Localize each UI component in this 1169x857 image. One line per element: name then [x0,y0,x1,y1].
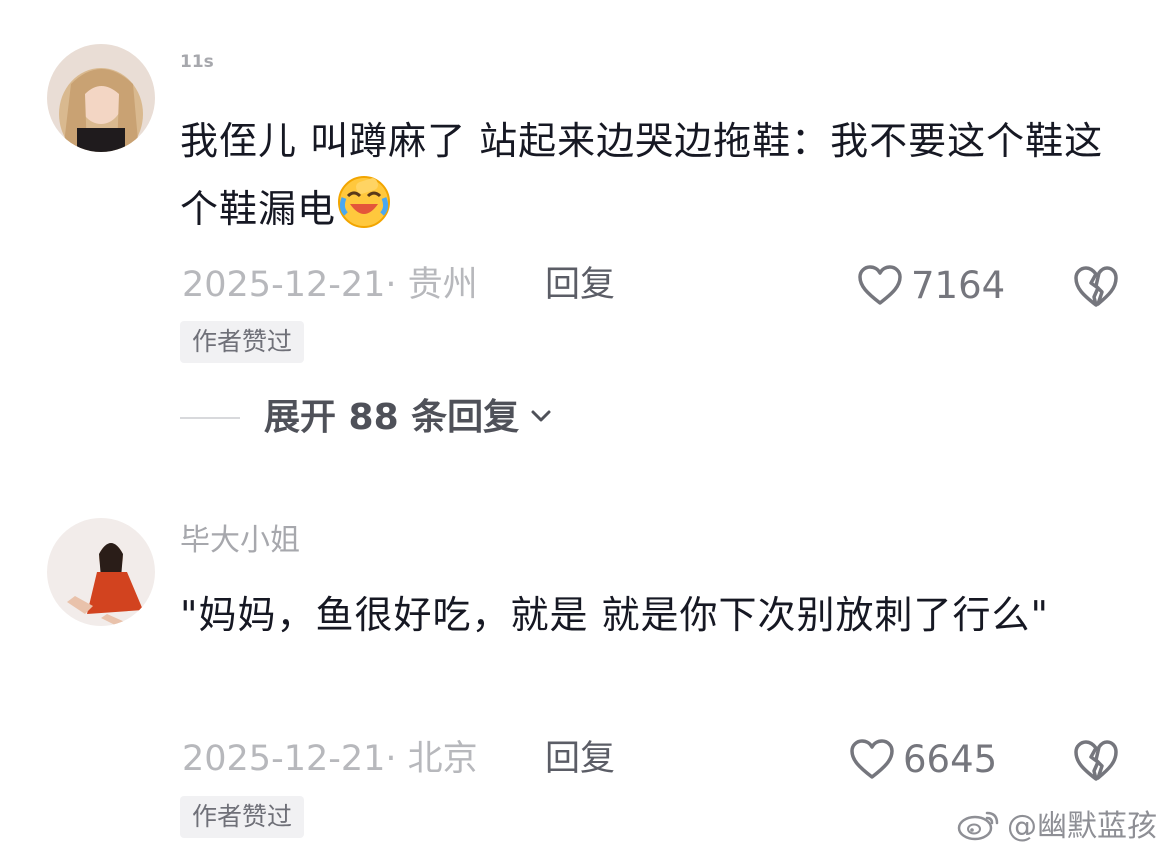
like-button-1[interactable]: 7164 [857,264,1005,306]
like-count-1: 7164 [911,263,1006,307]
comment-date-location-2: 2025-12-21· 北京 [182,739,478,779]
like-count-2: 6645 [903,737,998,781]
avatar-comment-2[interactable] [47,518,155,626]
author-liked-badge-2: 作者赞过 [180,796,305,838]
comment-text-1: 我侄儿 叫蹲麻了 站起来边哭边拖鞋：我不要这个鞋这个鞋漏电 [180,108,1120,242]
like-button-2[interactable]: 6645 [849,738,997,780]
expand-divider [180,417,240,419]
comment-text-1-body: 我侄儿 叫蹲麻了 站起来边哭边拖鞋：我不要这个鞋这个鞋漏电 [180,119,1104,231]
chevron-down-icon [519,408,553,428]
watermark-text: @幽默蓝孩 [1007,809,1157,844]
username-comment-1[interactable]: 11s [180,54,214,71]
broken-heart-icon[interactable] [1072,264,1120,308]
laughing-crying-emoji-icon [336,174,392,230]
weibo-logo-icon [957,807,1001,847]
reply-button-2[interactable]: 回复 [545,742,615,777]
heart-outline-icon [857,264,903,306]
expand-replies-label: 展开 88 条回复 [264,397,520,438]
avatar-comment-1[interactable] [47,44,155,152]
author-liked-badge-1: 作者赞过 [180,321,305,363]
username-comment-2[interactable]: 毕大小姐 [180,526,300,556]
comment-date-location-1: 2025-12-21· 贵州 [182,265,478,305]
broken-heart-icon[interactable] [1072,738,1120,782]
heart-outline-icon [849,738,895,780]
reply-button-1[interactable]: 回复 [545,268,615,303]
expand-replies-button[interactable]: 展开 88 条回复 [180,400,553,436]
watermark: @幽默蓝孩 [957,807,1157,847]
comment-text-2: "妈妈，鱼很好吃，就是 就是你下次别放刺了行么" [180,593,1050,637]
